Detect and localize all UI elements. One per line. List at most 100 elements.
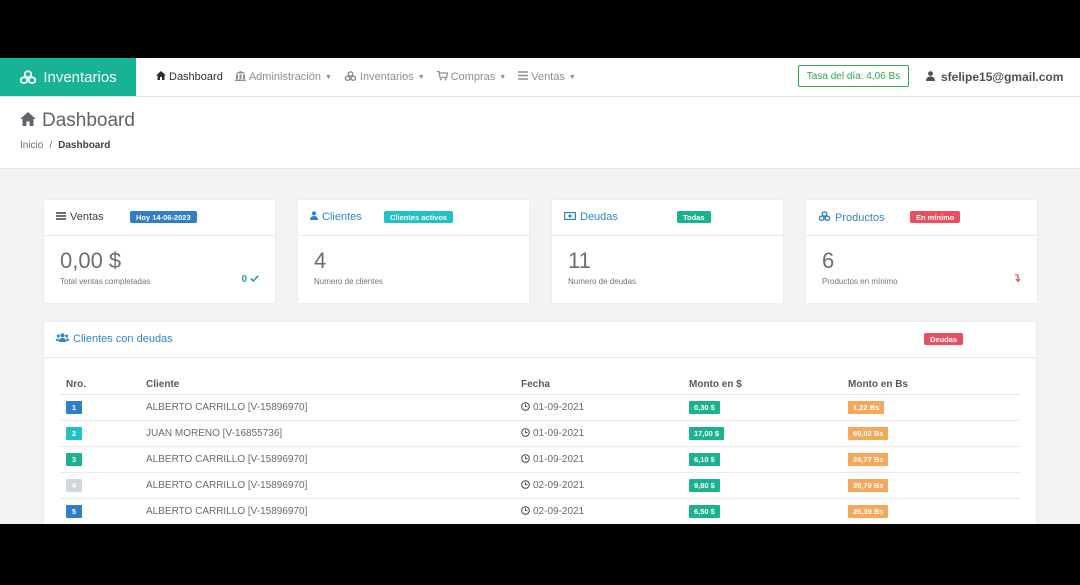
debts-table-body: 1 ALBERTO CARRILLO [V-15896970] 01-09-2021… [60,394,1020,524]
cubes-icon [344,70,357,84]
cubes-icon [818,210,831,224]
amount-usd-badge: 17,00 $ [689,427,725,440]
cell-cliente: ALBERTO CARRILLO [V-15896970] [146,446,521,473]
page-title-text: Dashboard [42,110,135,131]
date-value: 01-09-2021 [521,453,689,466]
col-fecha[interactable]: Fecha [521,374,689,395]
row-number-badge: 1 [66,401,82,414]
clock-icon [521,479,530,492]
nav-dashboard[interactable]: Dashboard [156,71,223,83]
card-title: Clientes [310,211,362,223]
card-productos: Productos En mínimo 6 Productos en mínim… [806,200,1037,303]
card-title-text: Deudas [580,211,618,223]
card-label: Productos en mínimo [822,277,898,286]
date-text: 01-09-2021 [533,402,585,413]
brand-logo[interactable]: Inventarios [0,58,136,96]
amount-usd-badge: 0,30 $ [689,401,720,414]
card-header: Deudas Todas [552,200,783,236]
breadcrumb-separator: / [49,140,53,151]
card-clientes: Clientes Clientes activos 4 Numero de cl… [298,200,529,303]
card-title-text: Productos [835,211,885,224]
card-value: 4 [314,248,327,273]
cell-nro: 1 [60,394,146,421]
user-email: sfelipe15@gmail.com [941,70,1064,84]
panel-title-text: Clientes con deudas [73,333,173,345]
card-title: Productos [818,210,885,224]
users-icon [56,333,69,345]
amount-usd-badge: 9,80 $ [689,479,720,492]
chevron-down-icon: ▼ [568,73,576,81]
table-row[interactable]: 5 ALBERTO CARRILLO [V-15896970] 02-09-2021… [60,498,1020,524]
clock-icon [521,505,530,518]
date-text: 02-09-2021 [533,480,585,491]
user-menu[interactable]: sfelipe15@gmail.com [926,58,1063,96]
cubes-icon [19,70,37,84]
cell-fecha: 02-09-2021 [521,498,689,524]
bars-icon [56,211,66,223]
cell-cliente: ALBERTO CARRILLO [V-15896970] [146,498,521,524]
date-value: 01-09-2021 [521,427,689,440]
cell-fecha: 01-09-2021 [521,394,689,421]
nav-ventas[interactable]: Ventas ▼ [518,71,576,83]
card-title-text: Clientes [322,211,362,223]
table-row[interactable]: 4 ALBERTO CARRILLO [V-15896970] 02-09-2021… [60,472,1020,499]
table-header-row: Nro. Cliente Fecha Monto en $ Monto en B… [60,374,1020,395]
cell-monto-usd: 6,50 $ [689,498,848,524]
date-value: 02-09-2021 [521,479,689,492]
app-window: Inventarios Dashboard Administración ▼ I… [0,58,1080,524]
cell-nro: 3 [60,446,146,473]
nav-inventarios-label: Inventarios [359,71,414,83]
nav-inventarios[interactable]: Inventarios ▼ [344,70,425,84]
amount-bs-badge: 26,39 Bs [848,505,889,518]
card-value: 11 [568,248,591,273]
table-row[interactable]: 3 ALBERTO CARRILLO [V-15896970] 01-09-2021… [60,446,1020,473]
date-value: 02-09-2021 [521,505,689,518]
status-badge: En mínimo [910,211,961,223]
card-ventas: Ventas Hoy 14-06-2023 0,00 $ Total venta… [44,200,275,303]
cell-monto-usd: 17,00 $ [689,420,848,447]
check-icon [250,274,259,285]
main-nav: Dashboard Administración ▼ Inventarios ▼… [156,58,576,96]
card-label: Numero de clientes [314,277,383,286]
col-monto-bs[interactable]: Monto en Bs [848,374,1020,395]
cell-cliente: ALBERTO CARRILLO [V-15896970] [146,394,521,421]
chevron-down-icon: ▼ [417,73,425,81]
card-header: Ventas Hoy 14-06-2023 [44,200,275,236]
exchange-rate-badge[interactable]: Tasa del día: 4,06 Bs [798,65,909,87]
table-row[interactable]: 2 JUAN MORENO [V-16855736] 01-09-2021 17,00… [60,420,1020,447]
page-header: Dashboard Inicio / Dashboard [0,97,1080,169]
nav-ventas-label: Ventas [531,71,565,83]
cart-icon [436,70,448,84]
card-value: 0,00 $ [60,248,122,273]
cell-cliente: JUAN MORENO [V-16855736] [146,420,521,447]
list-icon [518,71,529,83]
row-number-badge: 3 [66,453,82,466]
indicator-value: 0 [241,274,247,285]
col-nro[interactable]: Nro. [60,374,146,395]
table-row[interactable]: 1 ALBERTO CARRILLO [V-15896970] 01-09-2021… [60,394,1020,421]
row-number-badge: 5 [66,505,82,518]
breadcrumb-inicio[interactable]: Inicio [20,140,43,151]
clock-icon [521,427,530,440]
nav-administracion-label: Administración [248,71,321,83]
card-indicator: 0 [241,274,259,285]
clock-icon [521,453,530,466]
row-number-badge: 2 [66,427,82,440]
top-navbar: Inventarios Dashboard Administración ▼ I… [0,58,1080,97]
page-title: Dashboard [20,110,135,132]
user-icon [926,70,935,84]
card-header: Productos En mínimo [806,200,1037,236]
home-icon [156,71,166,83]
amount-bs-badge: 69,02 Bs [848,427,889,440]
amount-usd-badge: 6,50 $ [689,505,720,518]
debts-badge: Deudas [924,333,964,345]
date-text: 01-09-2021 [533,454,585,465]
col-cliente[interactable]: Cliente [146,374,521,395]
card-title-text: Ventas [70,211,104,223]
nav-compras[interactable]: Compras ▼ [436,70,506,84]
user-icon [310,211,318,223]
nav-administracion[interactable]: Administración ▼ [234,70,332,84]
row-number-badge: 4 [66,479,82,492]
col-monto-usd[interactable]: Monto en $ [689,374,848,395]
cell-fecha: 01-09-2021 [521,446,689,473]
